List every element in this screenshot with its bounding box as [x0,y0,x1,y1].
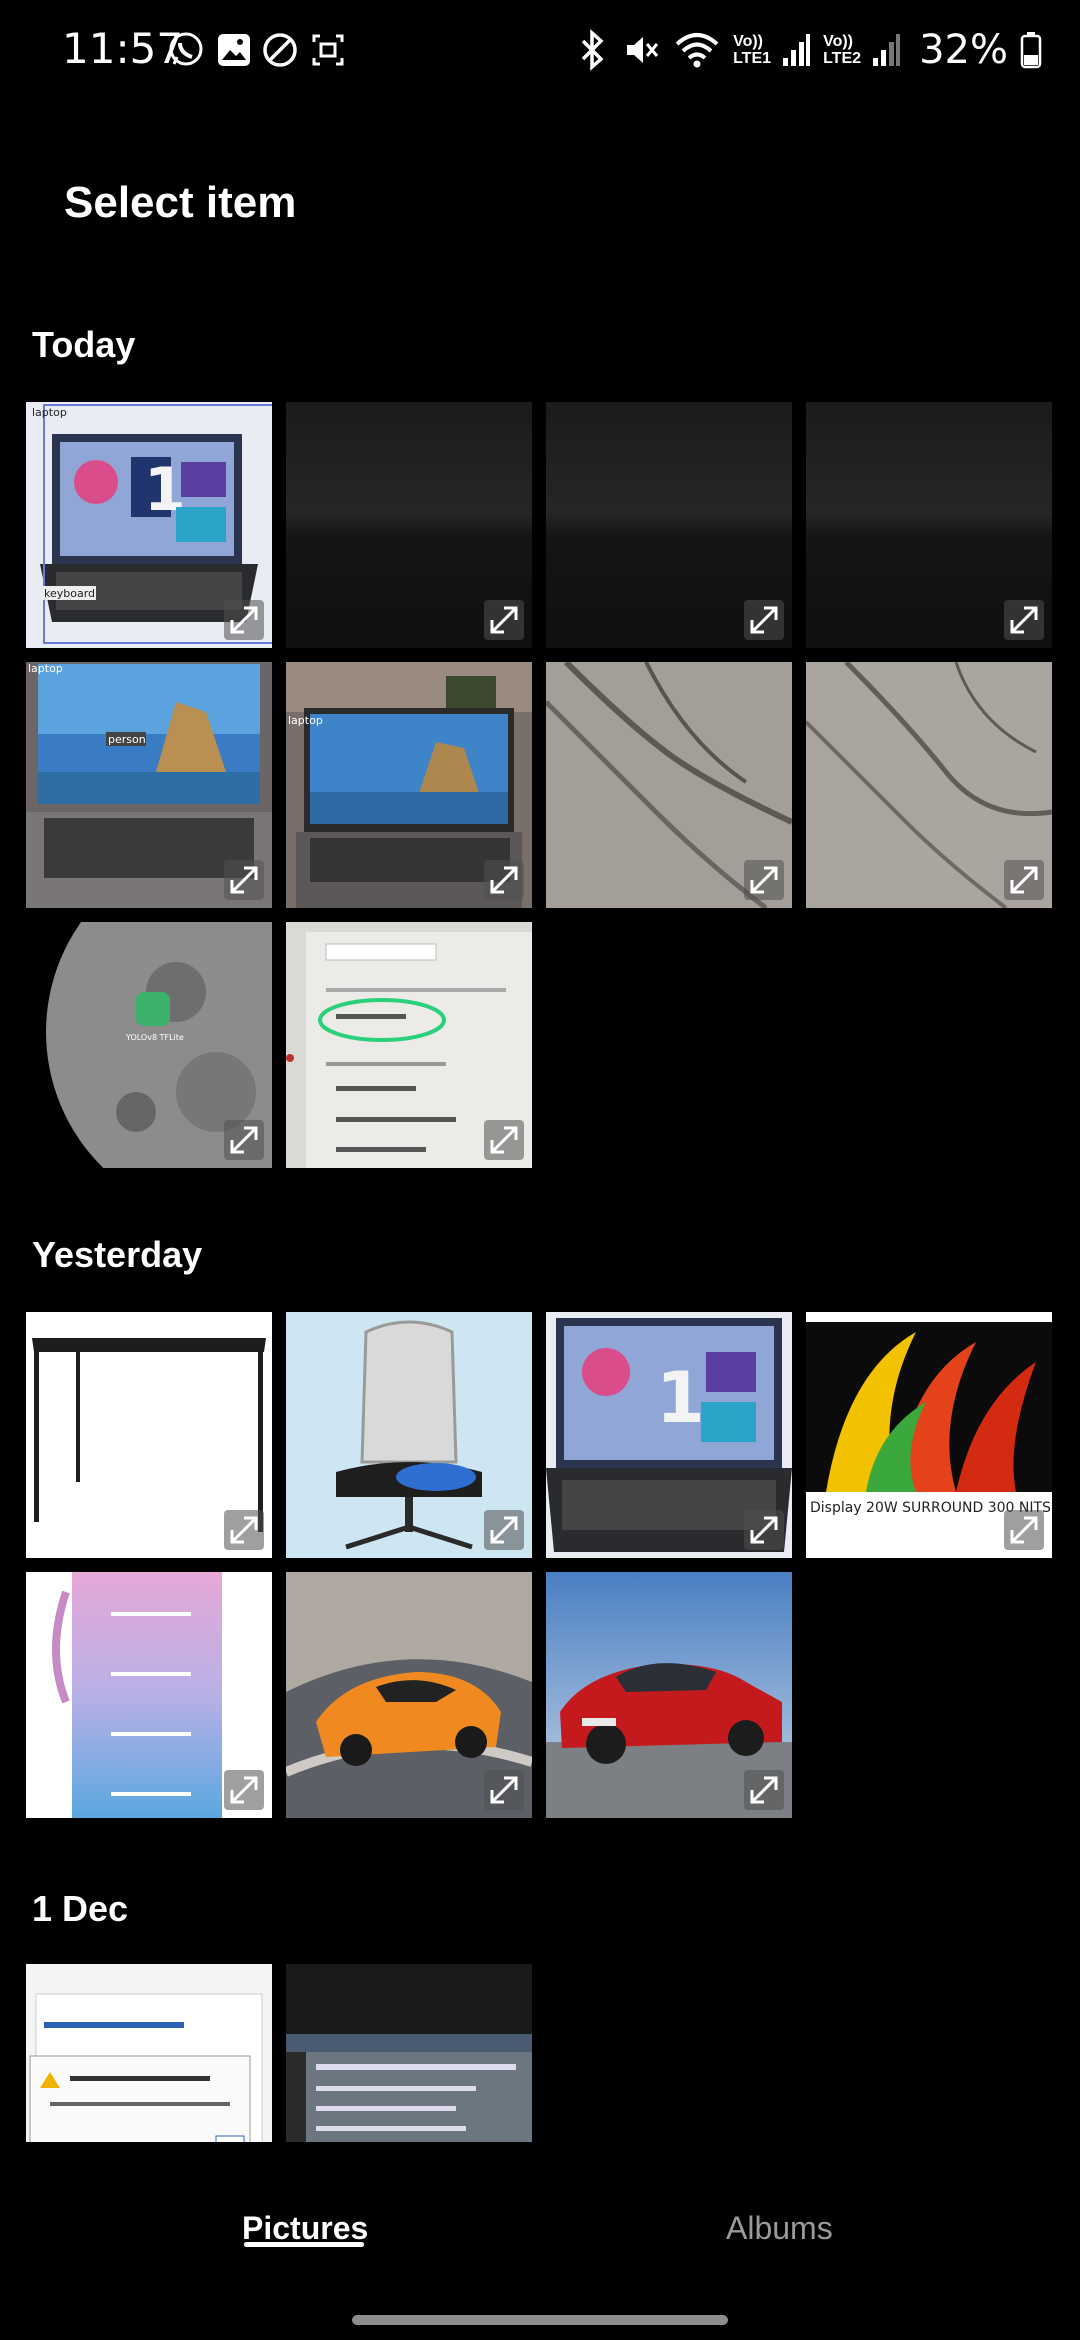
section-header-yesterday: Yesterday [32,1234,203,1275]
screenshot-icon [312,34,344,66]
status-time: 11:57 [62,24,184,73]
photo-thumbnail[interactable]: laptop person [26,662,272,908]
page-title: Select item [64,178,297,227]
photo-thumbnail[interactable] [286,922,532,1168]
home-gesture-bar[interactable] [352,2315,728,2325]
photo-thumbnail[interactable]: YOLOv8 TFLite [26,922,272,1168]
tab-albums[interactable]: Albums [726,2210,833,2247]
svg-text:YOLOv8 TFLite: YOLOv8 TFLite [125,1033,184,1042]
mute-icon [627,37,659,63]
photo-thumbnail[interactable] [26,1312,272,1558]
photo-thumbnail[interactable]: laptop [286,662,532,908]
photo-thumbnail[interactable] [26,1572,272,1818]
status-bar: 11:57 Vo)) LTE1 Vo)) LTE2 32% [0,0,1080,104]
expand-icon[interactable] [744,860,784,900]
expand-icon[interactable] [224,1510,264,1550]
section-header-1-dec: 1 Dec [32,1888,129,1929]
signal-strength-icon [873,34,901,66]
photo-thumbnail[interactable]: 1 laptop keyboard [26,402,272,648]
expand-icon[interactable] [1004,1510,1044,1550]
photo-thumbnail[interactable] [546,662,792,908]
detection-label: laptop [28,662,63,675]
photo-thumbnail[interactable] [286,1964,532,2142]
sim2-label: Vo)) LTE2 [823,33,862,67]
photo-thumbnail[interactable] [546,402,792,648]
expand-icon[interactable] [1004,600,1044,640]
bluetooth-icon [581,29,604,71]
detection-label: keyboard [44,587,95,600]
photo-thumbnail[interactable] [26,1964,272,2142]
expand-icon[interactable] [744,600,784,640]
photo-thumbnail[interactable] [286,402,532,648]
photo-thumbnail[interactable] [286,1572,532,1818]
photo-thumbnail[interactable] [806,662,1052,908]
expand-icon[interactable] [484,600,524,640]
detection-label: laptop [288,714,323,727]
photo-thumbnail[interactable] [546,1572,792,1818]
whatsapp-icon [169,32,203,66]
expand-icon[interactable] [1004,860,1044,900]
expand-icon[interactable] [224,1120,264,1160]
expand-icon[interactable] [744,1510,784,1550]
expand-icon[interactable] [484,860,524,900]
expand-icon[interactable] [744,1770,784,1810]
photo-thumbnail[interactable] [806,402,1052,648]
battery-percent: 32% [919,27,1008,73]
detection-label: person [108,733,146,746]
sim1-label: Vo)) LTE1 [733,33,772,67]
bottom-tab-bar: Pictures Albums [0,2180,1080,2270]
gallery-icon [218,34,250,66]
expand-icon[interactable] [484,1120,524,1160]
photo-thumbnail[interactable]: 1 [546,1312,792,1558]
expand-icon[interactable] [224,860,264,900]
expand-icon[interactable] [224,600,264,640]
detection-label: laptop [32,406,67,419]
photo-thumbnail[interactable] [286,1312,532,1558]
battery-icon [1020,32,1042,69]
status-right-cluster: Vo)) LTE1 Vo)) LTE2 32% [575,22,1042,78]
svg-text:1: 1 [656,1357,705,1439]
expand-icon[interactable] [484,1770,524,1810]
expand-icon[interactable] [484,1510,524,1550]
signal-strength-icon [783,34,811,66]
wifi-icon [675,33,719,68]
block-icon [263,33,297,67]
active-tab-indicator [244,2242,364,2247]
section-header-today: Today [32,324,136,365]
photo-thumbnail[interactable]: Display 20W SURROUND 300 NITS [806,1312,1052,1558]
expand-icon[interactable] [224,1770,264,1810]
